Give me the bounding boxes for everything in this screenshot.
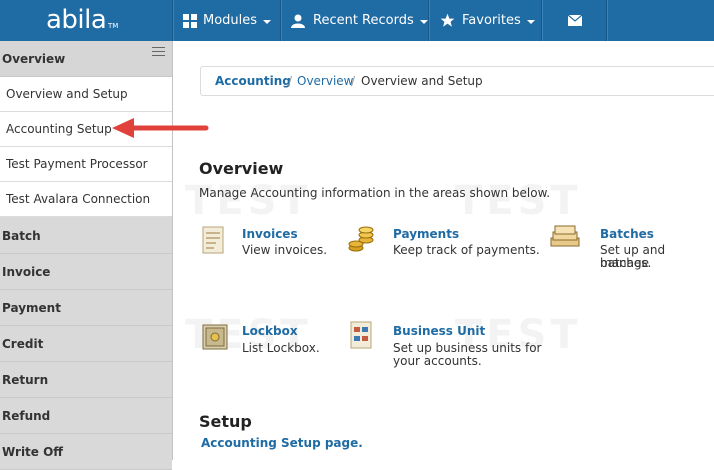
top-navigation-bar: abila TM Modules Recent Records Favorite… (0, 0, 714, 41)
recent-records-label: Recent Records (313, 13, 414, 28)
abila-logo[interactable]: abila TM (0, 0, 172, 41)
recent-records-menu[interactable]: Recent Records (291, 0, 428, 41)
sidebar-section-label: Refund (2, 409, 51, 423)
sidebar-section-label: Payment (2, 301, 61, 315)
sidebar-section-label: Write Off (2, 445, 64, 459)
lockbox-description: List Lockbox. (242, 341, 320, 355)
chevron-down-icon (263, 19, 272, 24)
sidebar-section-return[interactable]: Return (0, 362, 172, 398)
sidebar-item-label: Overview and Setup (6, 87, 128, 101)
chevron-down-icon (526, 19, 535, 24)
test-watermark: TEST (185, 178, 312, 224)
lockbox-link[interactable]: Lockbox (242, 324, 298, 338)
messages-button[interactable] (568, 0, 582, 41)
invoice-icon (202, 226, 224, 254)
chevron-down-icon (419, 19, 428, 24)
nav-separator (172, 0, 173, 41)
overview-heading: Overview (199, 159, 284, 178)
sidebar-section-label: Credit (2, 337, 44, 351)
accounting-setup-page-link[interactable]: Accounting Setup page. (201, 436, 363, 450)
sidebar-item-test-avalara-connection[interactable]: Test Avalara Connection (0, 182, 172, 217)
breadcrumb: Accounting / Overview / Overview and Set… (200, 66, 714, 96)
payments-description: Keep track of payments. (393, 243, 540, 257)
payments-coins-icon (348, 226, 374, 252)
sidebar-section-refund[interactable]: Refund (0, 398, 172, 434)
overview-description: Manage Accounting information in the are… (199, 186, 551, 200)
modules-menu[interactable]: Modules (183, 0, 272, 41)
sidebar-section-credit[interactable]: Credit (0, 326, 172, 362)
sidebar-item-label: Test Avalara Connection (6, 192, 151, 206)
logo-text: abila (46, 5, 107, 35)
payments-link[interactable]: Payments (393, 227, 459, 241)
sidebar-section-write-off[interactable]: Write Off (0, 434, 172, 470)
breadcrumb-separator: / (351, 74, 356, 88)
batches-link[interactable]: Batches (600, 227, 654, 241)
sidebar-section-payment[interactable]: Payment (0, 290, 172, 326)
nav-separator (541, 0, 542, 41)
sidebar-header-label: Overview (2, 52, 66, 66)
sidebar-section-label: Batch (2, 229, 41, 243)
sidebar-item-label: Accounting Setup (6, 122, 112, 136)
hamburger-menu-icon[interactable] (152, 47, 165, 56)
sidebar: Overview Overview and Setup Accounting S… (0, 41, 173, 470)
modules-label: Modules (203, 13, 258, 28)
business-unit-icon (350, 321, 372, 349)
logo-trademark: TM (108, 22, 119, 30)
breadcrumb-overview-link[interactable]: Overview (297, 74, 354, 88)
nav-separator (428, 0, 429, 41)
invoices-link[interactable]: Invoices (242, 227, 298, 241)
batches-icon (550, 225, 580, 247)
sidebar-item-label: Test Payment Processor (6, 157, 148, 171)
sidebar-section-batch[interactable]: Batch (0, 218, 172, 254)
sidebar-overview-header[interactable]: Overview (0, 41, 172, 77)
breadcrumb-separator: / (288, 74, 293, 88)
invoices-description: View invoices. (242, 243, 328, 257)
breadcrumb-current: Overview and Setup (361, 74, 483, 88)
breadcrumb-accounting-link[interactable]: Accounting (215, 74, 291, 88)
favorites-label: Favorites (462, 13, 521, 28)
nav-separator (280, 0, 281, 41)
business-unit-description-line2: your accounts. (393, 354, 482, 368)
favorites-menu[interactable]: Favorites (440, 0, 535, 41)
sidebar-section-label: Return (2, 373, 49, 387)
grid-icon (183, 13, 197, 28)
lockbox-safe-icon (202, 324, 228, 350)
red-arrow-annotation-icon (112, 118, 209, 138)
sidebar-item-overview-and-setup[interactable]: Overview and Setup (0, 77, 172, 112)
business-unit-link[interactable]: Business Unit (393, 324, 485, 338)
setup-heading: Setup (199, 412, 252, 431)
sidebar-section-label: Invoice (2, 265, 51, 279)
batches-description-line2: batches. (600, 256, 652, 270)
user-icon (291, 14, 305, 28)
test-watermark: TEST (455, 178, 582, 224)
nav-separator (606, 0, 607, 41)
star-icon (440, 13, 455, 27)
sidebar-section-invoice[interactable]: Invoice (0, 254, 172, 290)
envelope-icon (568, 15, 582, 26)
sidebar-item-test-payment-processor[interactable]: Test Payment Processor (0, 147, 172, 182)
